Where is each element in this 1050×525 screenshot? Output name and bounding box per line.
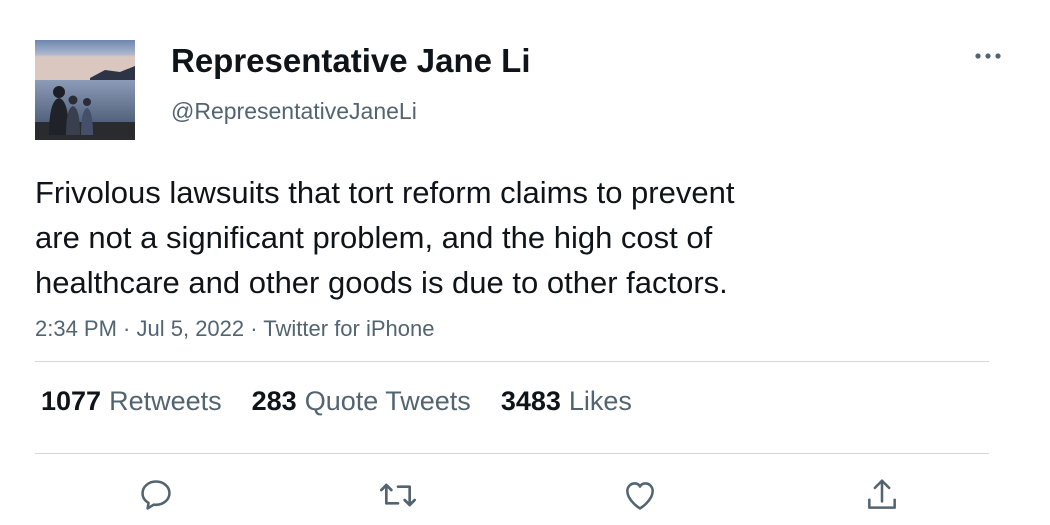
reply-button[interactable] <box>134 473 178 517</box>
retweets-stat[interactable]: 1077 Retweets <box>41 386 222 417</box>
tweet-text: Frivolous lawsuits that tort reform clai… <box>35 175 735 300</box>
likes-count: 3483 <box>500 386 561 416</box>
avatar-photo <box>35 40 135 140</box>
more-options-button[interactable] <box>968 42 1008 72</box>
quote-tweets-stat[interactable]: 283 Quote Tweets <box>252 386 471 417</box>
retweets-count: 1077 <box>41 386 102 416</box>
meta-separator: · <box>116 316 137 341</box>
quote-tweets-label: Quote Tweets <box>304 386 471 416</box>
retweets-label: Retweets <box>109 386 222 416</box>
quote-tweets-count: 283 <box>251 386 297 416</box>
retweet-icon <box>380 483 416 507</box>
heart-icon <box>626 482 654 510</box>
tweet-source[interactable]: Twitter for iPhone <box>263 316 434 341</box>
tweet-date[interactable]: Jul 5, 2022 <box>137 316 245 341</box>
share-button[interactable] <box>860 473 904 517</box>
likes-label: Likes <box>568 386 632 416</box>
like-button[interactable] <box>618 473 662 517</box>
meta-separator: · <box>244 316 264 341</box>
tweet-stats: 1077 Retweets 283 Quote Tweets 3483 Likes <box>41 386 632 417</box>
avatar[interactable] <box>35 40 135 140</box>
share-icon <box>868 479 896 509</box>
divider <box>35 361 989 362</box>
divider <box>35 453 989 454</box>
tweet-time[interactable]: 2:34 PM <box>35 316 117 341</box>
tweet-meta: 2:34 PM · Jul 5, 2022 · Twitter for iPho… <box>35 316 434 342</box>
author-display-name[interactable]: Representative Jane Li <box>171 42 531 80</box>
more-icon <box>975 53 1001 59</box>
author-handle[interactable]: @RepresentativeJaneLi <box>171 98 417 125</box>
reply-icon <box>141 480 171 510</box>
likes-stat[interactable]: 3483 Likes <box>501 386 632 417</box>
retweet-button[interactable] <box>376 473 420 517</box>
